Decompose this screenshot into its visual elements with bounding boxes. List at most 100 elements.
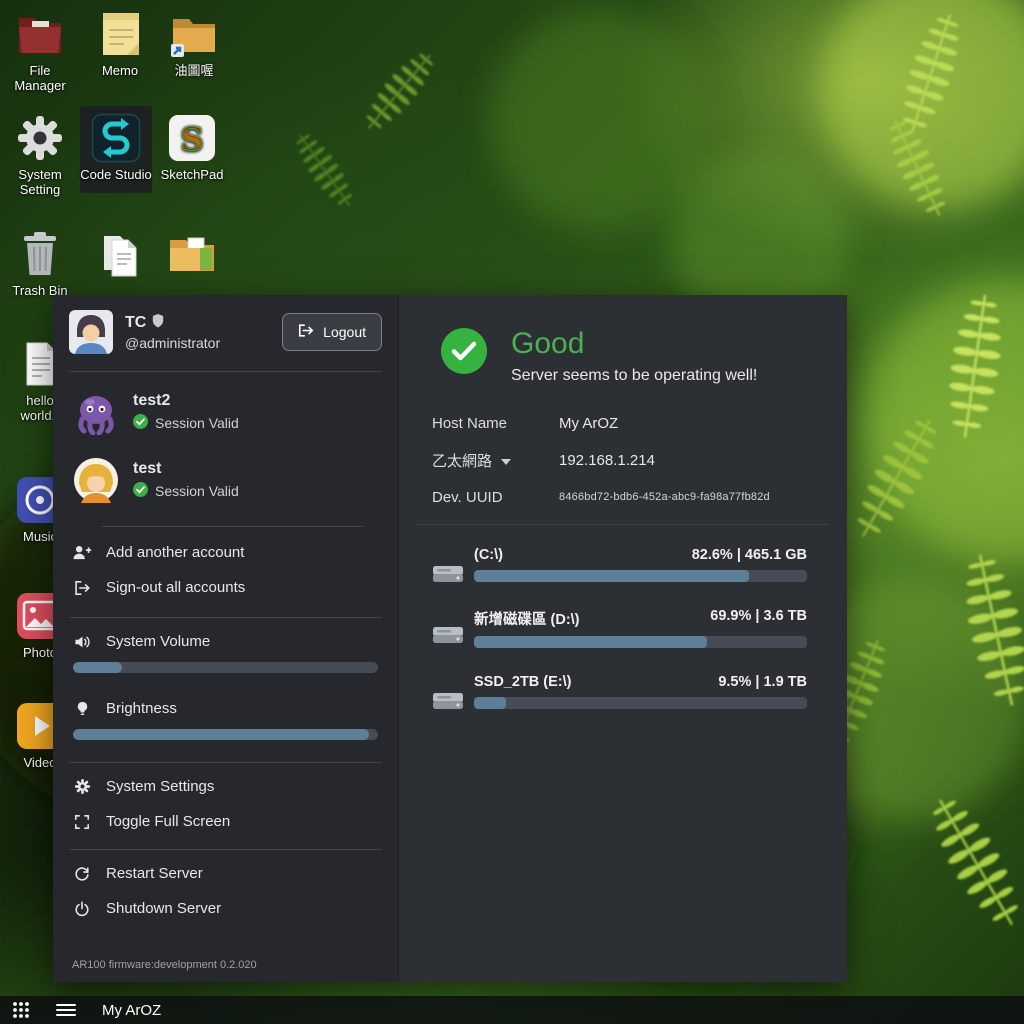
menu-label: Toggle Full Screen [106,813,230,830]
icon-label: 油圖喔 [174,63,213,78]
desktop-icon-trash-bin[interactable]: Trash Bin [8,228,72,299]
menu-label: Sign-out all accounts [106,579,245,596]
hostname-label: Host Name [432,415,559,432]
desktop-icon-code-studio[interactable]: Code Studio [80,106,152,193]
session-status: Session Valid [155,483,239,499]
menu-label: Add another account [106,544,244,561]
bulb-icon [72,700,92,717]
disk-usage: 9.5% | 1.9 TB [718,674,807,690]
network-label: 乙太網路 [432,450,492,471]
logout-button[interactable]: Logout [282,313,382,351]
ip-address: 192.168.1.214 [559,452,655,469]
gear-icon [72,778,92,795]
divider [101,526,364,527]
app-grid-icon[interactable] [12,1001,30,1019]
logout-icon [298,323,314,341]
avatar [69,310,113,354]
divider [69,762,382,763]
volume-slider[interactable] [73,662,378,673]
brightness-slider-row [53,726,398,752]
volume-slider-row [53,659,398,685]
disk-usage: 69.9% | 3.6 TB [710,608,807,629]
hard-drive-icon [432,690,464,712]
disk-row-c: (C:\) 82.6% | 465.1 GB [432,547,807,582]
icon-label: File Manager [14,63,65,93]
session-status: Session Valid [155,415,239,431]
disk-usage-bar [474,636,807,648]
hamburger-menu-icon[interactable] [56,1003,76,1017]
add-account-item[interactable]: Add another account [53,535,398,570]
check-circle-icon [133,482,148,500]
trash-icon [14,228,66,280]
memo-icon [94,8,146,60]
status-title: Good [511,328,757,360]
disk-usage-fill [474,570,749,582]
disk-usage-bar [474,697,807,709]
menu-label: Brightness [106,700,177,717]
icon-label: Code Studio [80,167,152,182]
speaker-icon [72,634,92,650]
desktop-icon-memo[interactable]: Memo [88,8,152,79]
system-volume-item: System Volume [53,624,398,659]
shield-icon [152,314,164,333]
disk-usage-bar [474,570,807,582]
status-message: Server seems to be operating well! [511,367,757,385]
network-selector[interactable]: 乙太網路 [432,450,559,471]
divider [69,849,382,850]
uuid-row: Dev. UUID 8466bd72-bdb6-452a-abc9-fa98a7… [432,489,827,506]
chevron-down-icon [501,452,511,469]
disk-usage-fill [474,636,707,648]
user-handle: @administrator [125,335,270,351]
taskbar-title: My ArOZ [102,1002,161,1019]
desktop-icon-folder-files[interactable] [160,228,224,284]
shutdown-server-item[interactable]: Shutdown Server [53,891,398,926]
disk-usage: 82.6% | 465.1 GB [692,547,807,563]
taskbar: My ArOZ [0,996,1024,1024]
server-status-panel: Good Server seems to be operating well! … [398,295,847,982]
status-check-icon [441,328,487,374]
brightness-slider[interactable] [73,729,378,740]
power-icon [72,901,92,917]
icon-label: SketchPad [161,167,224,182]
desktop-icon-file-manager[interactable]: File Manager [8,8,72,94]
disk-name: (C:\) [474,547,503,563]
account-name: test2 [133,392,239,410]
account-row-test[interactable]: test Session Valid [53,446,398,514]
firmware-version: AR100 firmware:development 0.2.020 [53,951,398,982]
folder-shortcut-icon [168,8,220,60]
logout-label: Logout [323,324,366,340]
signout-all-item[interactable]: Sign-out all accounts [53,570,398,605]
account-row-test2[interactable]: test2 Session Valid [53,378,398,446]
divider [69,371,382,372]
desktop-icon-documents[interactable] [88,228,152,284]
volume-fill [73,662,122,673]
menu-label: System Volume [106,633,210,650]
disk-name: SSD_2TB (E:\) [474,674,572,690]
system-settings-item[interactable]: System Settings [53,769,398,804]
username: TC [125,314,146,332]
expand-icon [72,814,92,830]
menu-label: System Settings [106,778,214,795]
hard-drive-icon [432,563,464,585]
desktop-icon-sketchpad[interactable]: S SketchPad [160,112,224,183]
icon-label: Memo [102,63,138,78]
toggle-fullscreen-item[interactable]: Toggle Full Screen [53,804,398,839]
folder-files-icon [166,228,218,280]
user-menu-panel: TC @administrator Logout test2 Session V… [53,295,398,982]
desktop-icon-system-setting[interactable]: System Setting [8,112,72,198]
restart-icon [72,866,92,882]
disk-row-e: SSD_2TB (E:\) 9.5% | 1.9 TB [432,674,807,709]
code-studio-icon [90,112,142,164]
svg-text:S: S [180,120,203,158]
divider [69,617,382,618]
uuid-label: Dev. UUID [432,489,559,506]
check-circle-icon [133,414,148,432]
hostname-row: Host Name My ArOZ [432,415,827,432]
sketchpad-icon: S [166,112,218,164]
icon-label: Music [23,529,57,544]
icon-label: Photo [23,645,57,660]
sign-out-icon [72,580,92,596]
desktop-icon-shortcut-folder[interactable]: 油圖喔 [162,8,226,79]
restart-server-item[interactable]: Restart Server [53,856,398,891]
current-user-header: TC @administrator Logout [53,295,398,367]
